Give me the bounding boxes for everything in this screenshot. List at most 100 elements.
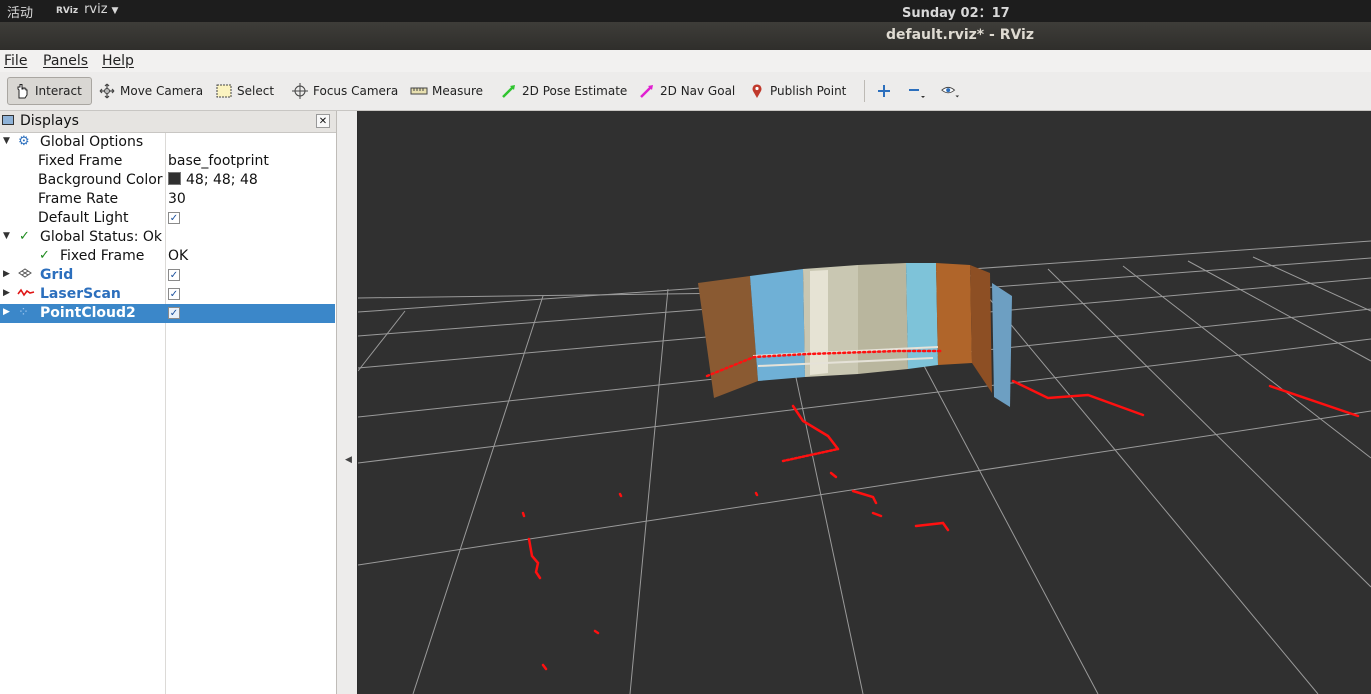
panel-splitter[interactable]: ◀ bbox=[337, 111, 357, 694]
background-color-value[interactable]: 48; 48; 48 bbox=[168, 172, 258, 188]
menu-file[interactable]: File bbox=[4, 53, 27, 69]
displays-panel-header: Displays ✕ bbox=[0, 111, 336, 133]
ruler-icon bbox=[409, 83, 429, 99]
pose-estimate-tool-button[interactable]: 2D Pose Estimate bbox=[499, 77, 627, 105]
pose-estimate-label: 2D Pose Estimate bbox=[522, 84, 628, 98]
grid-icon bbox=[18, 267, 32, 282]
view-tool-button[interactable] bbox=[940, 77, 963, 105]
tree-row-status-fixed-frame[interactable]: ✓ Fixed Frame OK bbox=[0, 247, 335, 266]
nav-goal-label: 2D Nav Goal bbox=[660, 84, 736, 98]
frame-rate-value[interactable]: 30 bbox=[168, 191, 186, 207]
viewport-scene bbox=[358, 111, 1371, 694]
global-options-label: Global Options bbox=[40, 134, 144, 150]
close-icon[interactable]: ✕ bbox=[316, 114, 330, 128]
tree-row-background-color[interactable]: Background Color 48; 48; 48 bbox=[0, 171, 335, 190]
monitor-icon bbox=[2, 115, 14, 125]
check-icon: ✓ bbox=[39, 248, 50, 263]
app-name: rviz bbox=[84, 2, 108, 17]
expand-arrow-icon[interactable]: ▶ bbox=[3, 269, 10, 279]
tree-row-laserscan[interactable]: ▶ LaserScan ✓ bbox=[0, 285, 335, 304]
caret-down-icon: ▼ bbox=[111, 6, 119, 16]
cloud-segment bbox=[992, 283, 1012, 407]
tree-row-pointcloud2[interactable]: ▶ ⁘ PointCloud2 ✓ bbox=[0, 304, 335, 323]
focus-camera-tool-button[interactable]: Focus Camera bbox=[290, 77, 398, 105]
focus-camera-icon bbox=[290, 83, 310, 99]
remove-tool-button[interactable] bbox=[906, 77, 929, 105]
measure-tool-button[interactable]: Measure bbox=[409, 77, 483, 105]
menu-panels[interactable]: Panels bbox=[43, 53, 88, 69]
activities-button[interactable]: 活动 bbox=[7, 2, 33, 21]
add-tool-button[interactable] bbox=[874, 77, 897, 105]
tree-row-frame-rate[interactable]: Frame Rate 30 bbox=[0, 190, 335, 209]
magenta-arrow-icon bbox=[637, 83, 657, 99]
cloud-segment bbox=[810, 270, 828, 375]
tree-row-global-status[interactable]: ▼ ✓ Global Status: Ok bbox=[0, 228, 335, 247]
eye-icon bbox=[940, 83, 960, 99]
grid-label: Grid bbox=[40, 267, 74, 283]
laser-segment bbox=[754, 491, 759, 497]
tree-row-grid[interactable]: ▶ Grid ✓ bbox=[0, 266, 335, 285]
frame-rate-label: Frame Rate bbox=[38, 191, 119, 207]
cloud-segment bbox=[936, 263, 972, 365]
tree-row-global-options[interactable]: ▼ ⚙ Global Options bbox=[0, 133, 335, 152]
clock[interactable]: Sunday 02：17 bbox=[902, 2, 1010, 21]
minus-icon bbox=[906, 83, 926, 99]
rviz-app-icon: RViz bbox=[56, 6, 79, 16]
color-swatch bbox=[168, 172, 181, 185]
nav-goal-tool-button[interactable]: 2D Nav Goal bbox=[637, 77, 735, 105]
fixed-frame-value[interactable]: base_footprint bbox=[168, 153, 269, 169]
measure-label: Measure bbox=[432, 84, 483, 98]
laserscan-checkbox[interactable]: ✓ bbox=[168, 288, 180, 300]
background-color-text: 48; 48; 48 bbox=[186, 172, 258, 188]
global-status-label: Global Status: Ok bbox=[40, 229, 163, 245]
status-ok-value: OK bbox=[168, 248, 189, 264]
gear-icon: ⚙ bbox=[18, 134, 30, 149]
pointcloud2-label: PointCloud2 bbox=[40, 305, 136, 321]
tool-bar: Interact Move Camera Select Focus Camera… bbox=[0, 72, 1371, 111]
move-camera-label: Move Camera bbox=[120, 84, 204, 98]
displays-panel: Displays ✕ ▼ ⚙ Global Options Fixed Fram… bbox=[0, 111, 337, 694]
default-light-checkbox[interactable]: ✓ bbox=[168, 212, 180, 224]
displays-title: Displays bbox=[20, 113, 79, 129]
publish-point-label: Publish Point bbox=[770, 84, 847, 98]
collapse-left-icon[interactable]: ◀ bbox=[345, 455, 352, 465]
cloud-segment bbox=[906, 263, 938, 369]
map-pin-icon bbox=[747, 83, 767, 99]
fixed-frame-label: Fixed Frame bbox=[38, 153, 123, 169]
green-arrow-icon bbox=[499, 83, 519, 99]
expand-arrow-icon[interactable]: ▶ bbox=[3, 288, 10, 298]
check-icon: ✓ bbox=[19, 229, 30, 244]
status-fixed-frame-label: Fixed Frame bbox=[60, 248, 145, 264]
window-title-bar[interactable]: default.rviz* - RViz bbox=[0, 22, 1371, 50]
move-camera-icon bbox=[97, 83, 117, 99]
menu-help[interactable]: Help bbox=[102, 53, 134, 69]
publish-point-tool-button[interactable]: Publish Point bbox=[747, 77, 846, 105]
select-box-icon bbox=[214, 83, 234, 99]
focus-camera-label: Focus Camera bbox=[313, 84, 399, 98]
select-tool-button[interactable]: Select bbox=[214, 77, 274, 105]
tree-row-fixed-frame[interactable]: Fixed Frame base_footprint bbox=[0, 152, 335, 171]
expand-arrow-icon[interactable]: ▶ bbox=[3, 307, 10, 317]
move-camera-tool-button[interactable]: Move Camera bbox=[97, 77, 203, 105]
expand-arrow-icon[interactable]: ▼ bbox=[3, 231, 10, 241]
interact-tool-button[interactable]: Interact bbox=[7, 77, 92, 105]
expand-arrow-icon[interactable]: ▼ bbox=[3, 136, 10, 146]
select-label: Select bbox=[237, 84, 275, 98]
laser-segment bbox=[521, 511, 526, 518]
tree-row-default-light[interactable]: Default Light ✓ bbox=[0, 209, 335, 228]
app-menu[interactable]: RViz rviz ▼ bbox=[56, 2, 118, 17]
render-viewport[interactable] bbox=[358, 111, 1371, 694]
laserscan-icon bbox=[17, 286, 35, 301]
hand-pointer-icon bbox=[12, 83, 32, 99]
plus-icon bbox=[874, 83, 894, 99]
viewport-background bbox=[358, 111, 1371, 694]
system-top-bar: 活动 RViz rviz ▼ Sunday 02：17 bbox=[0, 0, 1371, 22]
cloud-segment bbox=[858, 263, 908, 374]
window-title: default.rviz* - RViz bbox=[886, 27, 1035, 43]
menu-bar: File Panels Help bbox=[0, 50, 1371, 72]
laser-segment bbox=[618, 492, 623, 498]
toolbar-separator bbox=[864, 80, 865, 102]
grid-checkbox[interactable]: ✓ bbox=[168, 269, 180, 281]
background-color-label: Background Color bbox=[38, 172, 163, 188]
pointcloud2-checkbox[interactable]: ✓ bbox=[168, 307, 180, 319]
